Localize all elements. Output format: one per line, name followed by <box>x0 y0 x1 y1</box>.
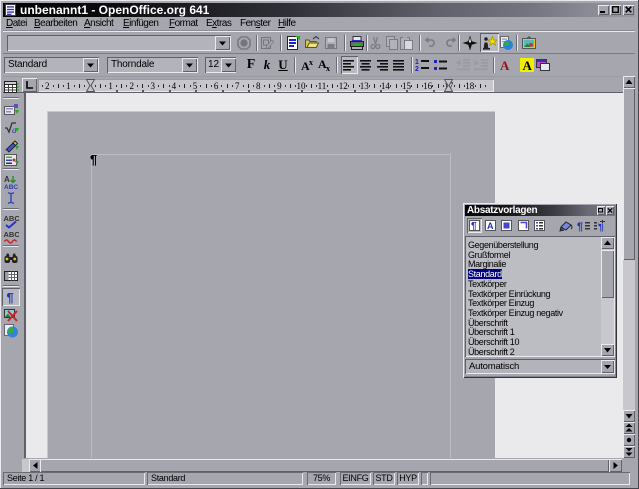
svg-text:¶: ¶ <box>471 221 477 232</box>
svg-text:A: A <box>523 58 533 73</box>
svg-text:¶: ¶ <box>7 290 14 305</box>
svg-text:2: 2 <box>415 66 419 73</box>
svg-text:1: 1 <box>415 59 419 66</box>
svg-text:A: A <box>487 221 494 231</box>
svg-text:¶: ¶ <box>577 221 583 233</box>
svg-text:x: x <box>309 58 313 67</box>
svg-text:x: x <box>326 64 330 73</box>
svg-text:A: A <box>4 175 10 184</box>
svg-text:ABC: ABC <box>4 230 20 239</box>
svg-text:ABC: ABC <box>4 214 20 223</box>
svg-text:A: A <box>500 58 510 73</box>
